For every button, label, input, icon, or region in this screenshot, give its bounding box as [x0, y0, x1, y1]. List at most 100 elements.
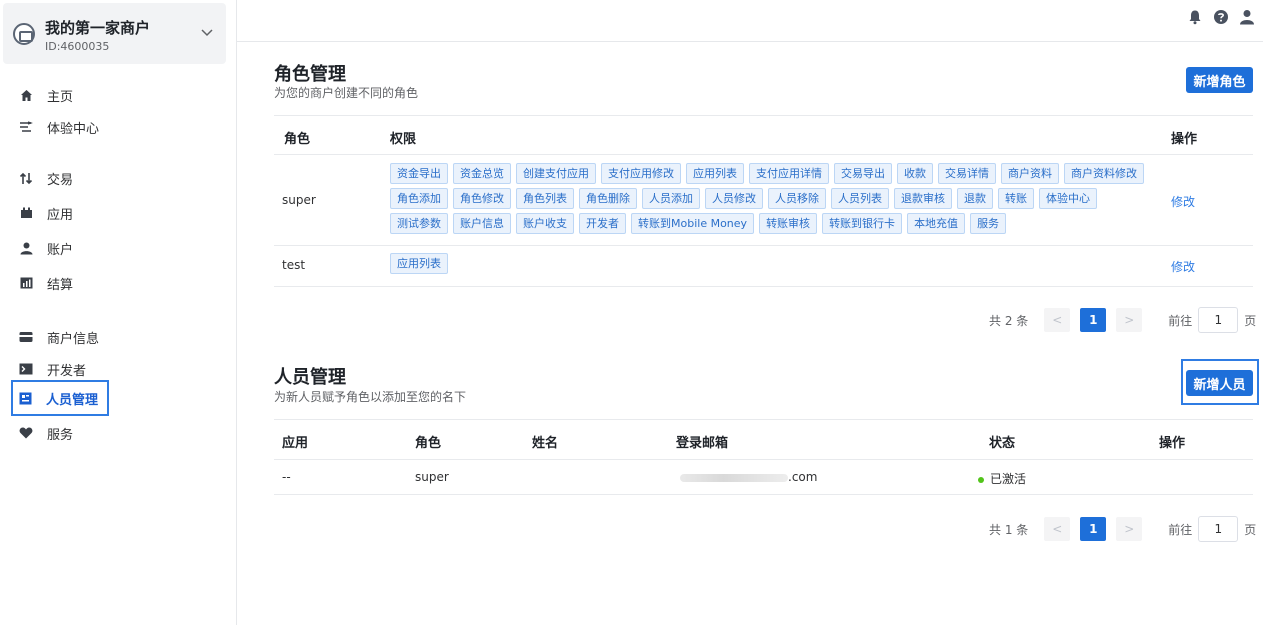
help-icon[interactable]	[1213, 9, 1229, 25]
sidebar-item-merchant-info[interactable]: 商户信息	[12, 324, 212, 350]
divider	[274, 245, 1253, 246]
col-header-actions: 操作	[1159, 436, 1186, 451]
main-content: 角色管理 为您的商户创建不同的角色 新增角色 角色 权限 操作 super 资金…	[237, 42, 1263, 625]
col-header-app: 应用	[282, 436, 309, 451]
merchant-avatar-icon	[13, 23, 35, 45]
merchant-name: 我的第一家商户	[45, 19, 151, 37]
terminal-icon	[18, 361, 34, 377]
sidebar-item-label: 应用	[47, 207, 74, 223]
sidebar-item-label: 主页	[47, 89, 74, 105]
sidebar-item-experience[interactable]: 体验中心	[12, 114, 212, 140]
permission-tags: 应用列表	[390, 253, 1150, 274]
col-header-name: 姓名	[532, 436, 559, 451]
sidebar-item-home[interactable]: 主页	[12, 82, 212, 108]
prev-page-button[interactable]: <	[1044, 308, 1071, 332]
merchant-id: ID:4600035	[45, 40, 110, 53]
permission-tag: 收款	[897, 163, 933, 184]
sidebar-item-staff-management[interactable]: 人员管理	[11, 380, 109, 416]
goto-unit: 页	[1244, 313, 1257, 328]
permission-tag: 转账到Mobile Money	[631, 213, 755, 234]
next-page-button[interactable]: >	[1116, 517, 1143, 541]
chart-icon	[18, 275, 34, 291]
col-header-role: 角色	[284, 132, 311, 147]
permission-tag: 创建支付应用	[516, 163, 596, 184]
permission-tag: 交易导出	[834, 163, 892, 184]
permission-tag: 应用列表	[390, 253, 448, 274]
prev-page-button[interactable]: <	[1044, 517, 1071, 541]
store-icon	[18, 329, 34, 345]
staff-section-subtitle: 为新人员赋予角色以添加至您的名下	[274, 390, 467, 404]
staff-email: .com	[788, 470, 818, 484]
divider	[274, 494, 1253, 495]
permission-tag: 转账	[998, 188, 1034, 209]
sidebar-item-developer[interactable]: 开发者	[12, 356, 212, 382]
edit-role-link[interactable]: 修改	[1171, 193, 1195, 210]
home-icon	[18, 87, 34, 103]
permission-tag: 角色修改	[453, 188, 511, 209]
profile-icon[interactable]	[1239, 9, 1255, 25]
permission-tag: 人员移除	[768, 188, 826, 209]
sidebar-item-label: 人员管理	[46, 392, 99, 408]
permission-tags: 资金导出 资金总览 创建支付应用 支付应用修改 应用列表 支付应用详情 交易导出 收款 交易详情…	[390, 163, 1150, 234]
swap-icon	[18, 170, 34, 186]
role-name: test	[282, 258, 306, 272]
goto-page-input[interactable]	[1198, 307, 1239, 333]
col-header-permissions: 权限	[390, 132, 417, 147]
sidebar-item-transactions[interactable]: 交易	[12, 165, 212, 191]
goto-label: 前往	[1168, 313, 1193, 328]
staff-app: --	[282, 470, 291, 484]
goto-unit: 页	[1244, 522, 1257, 537]
sidebar-item-service[interactable]: 服务	[12, 420, 212, 446]
permission-tag: 商户资料	[1001, 163, 1059, 184]
grid-icon	[18, 205, 34, 221]
sidebar-item-label: 账户	[47, 242, 74, 258]
total-count: 共 1 条	[989, 522, 1029, 537]
add-staff-button[interactable]: 新增人员	[1186, 370, 1253, 396]
permission-tag: 测试参数	[390, 213, 448, 234]
merchant-switcher[interactable]: 我的第一家商户 ID:4600035	[3, 3, 226, 64]
user-icon	[18, 240, 34, 256]
permission-tag: 转账审核	[759, 213, 818, 234]
sidebar-item-account[interactable]: 账户	[12, 235, 212, 261]
permission-tag: 角色列表	[516, 188, 574, 209]
status-badge: 已激活	[978, 470, 1026, 487]
permission-tag: 本地充值	[907, 213, 966, 234]
next-page-button[interactable]: >	[1116, 308, 1143, 332]
sidebar-item-label: 交易	[47, 172, 74, 188]
heart-icon	[18, 425, 34, 441]
chevron-down-icon[interactable]	[200, 25, 214, 39]
col-header-email: 登录邮箱	[676, 436, 729, 451]
role-name: super	[282, 193, 316, 207]
edit-role-link[interactable]: 修改	[1171, 258, 1195, 275]
goto-label: 前往	[1168, 522, 1193, 537]
role-section-subtitle: 为您的商户创建不同的角色	[274, 86, 419, 100]
bell-icon[interactable]	[1187, 9, 1203, 25]
id-card-icon	[17, 390, 33, 406]
flask-icon	[18, 119, 34, 135]
permission-tag: 服务	[970, 213, 1007, 234]
permission-tag: 体验中心	[1039, 188, 1097, 209]
goto-page-input[interactable]	[1198, 516, 1239, 542]
sidebar-item-label: 服务	[47, 427, 74, 443]
staff-role: super	[415, 470, 449, 484]
permission-tag: 开发者	[579, 213, 626, 234]
role-pagination: 共 2 条 < 1 > 前往 页	[989, 307, 1256, 333]
permission-tag: 人员修改	[705, 188, 763, 209]
add-role-button[interactable]: 新增角色	[1186, 67, 1253, 93]
redacted-email	[680, 474, 788, 482]
status-text: 已激活	[990, 472, 1027, 486]
permission-tag: 转账到银行卡	[822, 213, 903, 234]
sidebar-item-label: 开发者	[47, 363, 87, 379]
page-number-button[interactable]: 1	[1080, 308, 1107, 332]
role-section-title: 角色管理	[274, 64, 346, 85]
col-header-role: 角色	[415, 436, 442, 451]
sidebar-item-settlement[interactable]: 结算	[12, 270, 212, 296]
permission-tag: 支付应用修改	[601, 163, 681, 184]
sidebar: 我的第一家商户 ID:4600035 主页 体验中心 交易 应用 账户 结算 商…	[0, 0, 237, 625]
permission-tag: 角色删除	[579, 188, 637, 209]
page-number-button[interactable]: 1	[1080, 517, 1107, 541]
sidebar-item-apps[interactable]: 应用	[12, 200, 212, 226]
sidebar-item-label: 结算	[47, 277, 74, 293]
permission-tag: 资金总览	[453, 163, 511, 184]
status-dot-icon	[978, 476, 984, 483]
